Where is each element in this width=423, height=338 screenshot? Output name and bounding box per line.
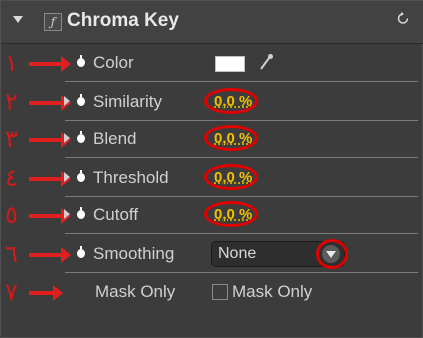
property-label-threshold: Threshold: [93, 168, 169, 187]
row-divider: [65, 233, 418, 234]
property-label-similarity: Similarity: [93, 92, 162, 111]
annotation-number-6: ٦: [5, 240, 18, 268]
mask-only-checkbox[interactable]: [212, 284, 228, 300]
property-row-mask-only: ٧ Mask Only Mask Only: [1, 275, 423, 311]
annotation-arrow: [29, 208, 71, 224]
annotation-number-4: ٤: [5, 164, 18, 192]
highlight-oval: [204, 125, 258, 151]
property-row-threshold: ٤ Threshold 0,0 %: [1, 161, 423, 197]
row-divider: [65, 157, 418, 158]
highlight-oval: [204, 88, 258, 114]
annotation-number-1: ١: [5, 49, 18, 77]
property-row-cutoff: ٥ Cutoff 0,0 %: [1, 198, 423, 234]
eyedropper-icon[interactable]: [258, 52, 274, 72]
property-label-mask-only: Mask Only: [95, 282, 176, 301]
property-row-color: ١ Color: [1, 46, 423, 82]
property-label-cutoff: Cutoff: [93, 205, 139, 224]
row-divider: [65, 120, 418, 121]
annotation-number-3: ٣: [5, 125, 18, 153]
twirl-right-icon[interactable]: [64, 209, 70, 219]
stopwatch-icon[interactable]: [77, 55, 85, 67]
twirl-right-icon[interactable]: [64, 172, 70, 182]
property-label-color: Color: [93, 53, 134, 72]
row-divider: [65, 81, 418, 82]
mask-only-checkbox-label[interactable]: Mask Only: [232, 282, 312, 302]
reset-icon[interactable]: [397, 11, 409, 26]
effect-controls-panel: ƒ Chroma Key ١ Color ٢ Similarity 0,0 % …: [0, 0, 423, 338]
twirl-right-icon[interactable]: [64, 96, 70, 106]
property-label-smoothing: Smoothing: [93, 244, 175, 263]
property-row-blend: ٣ Blend 0,0 %: [1, 122, 423, 158]
annotation-arrow: [29, 132, 71, 148]
effect-header: ƒ Chroma Key: [1, 1, 423, 44]
highlight-oval: [204, 201, 258, 227]
annotation-number-5: ٥: [5, 201, 18, 229]
row-divider: [65, 272, 418, 273]
annotation-arrow: [29, 56, 71, 72]
smoothing-selected-value: None: [218, 245, 257, 262]
property-label-blend: Blend: [93, 129, 137, 148]
highlight-oval: [316, 239, 348, 269]
annotation-number-2: ٢: [5, 88, 18, 116]
annotation-arrow: [29, 171, 71, 187]
stopwatch-icon[interactable]: [77, 246, 85, 258]
property-row-similarity: ٢ Similarity 0,0 %: [1, 85, 423, 121]
highlight-oval: [204, 164, 258, 190]
annotation-arrow: [29, 285, 63, 301]
stopwatch-icon[interactable]: [77, 207, 85, 219]
annotation-number-7: ٧: [5, 278, 18, 306]
row-divider: [65, 196, 418, 197]
effect-title: Chroma Key: [67, 10, 179, 31]
stopwatch-icon[interactable]: [77, 131, 85, 143]
annotation-arrow: [29, 247, 71, 263]
twirl-right-icon[interactable]: [64, 133, 70, 143]
stopwatch-icon[interactable]: [77, 170, 85, 182]
twirl-down-icon[interactable]: [13, 16, 23, 23]
property-row-smoothing: ٦ Smoothing None: [1, 237, 423, 273]
color-swatch[interactable]: [215, 56, 245, 72]
stopwatch-icon[interactable]: [77, 94, 85, 106]
annotation-arrow: [29, 95, 71, 111]
fx-toggle-icon[interactable]: ƒ: [44, 13, 62, 31]
